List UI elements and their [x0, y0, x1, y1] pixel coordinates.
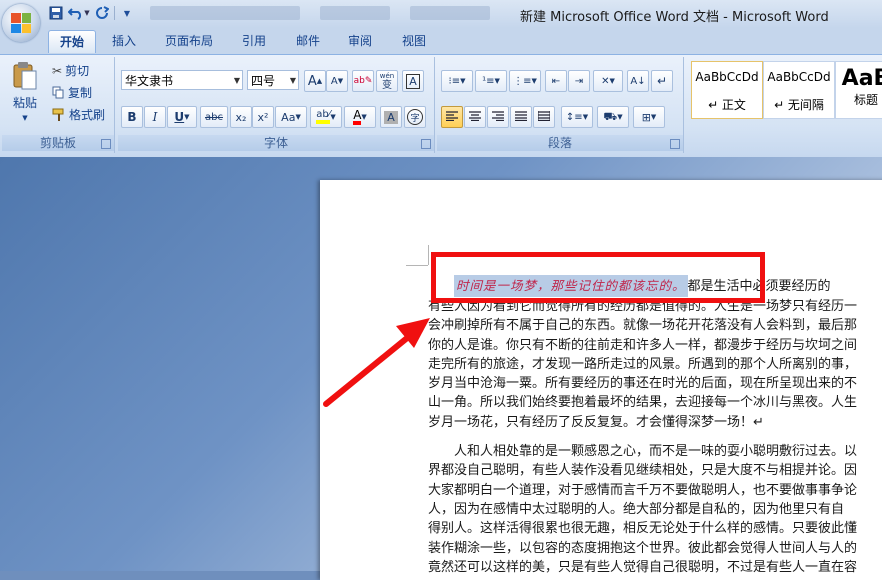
office-logo-icon — [11, 13, 31, 33]
annotation-arrow-icon — [323, 318, 430, 407]
office-button[interactable] — [2, 4, 40, 42]
